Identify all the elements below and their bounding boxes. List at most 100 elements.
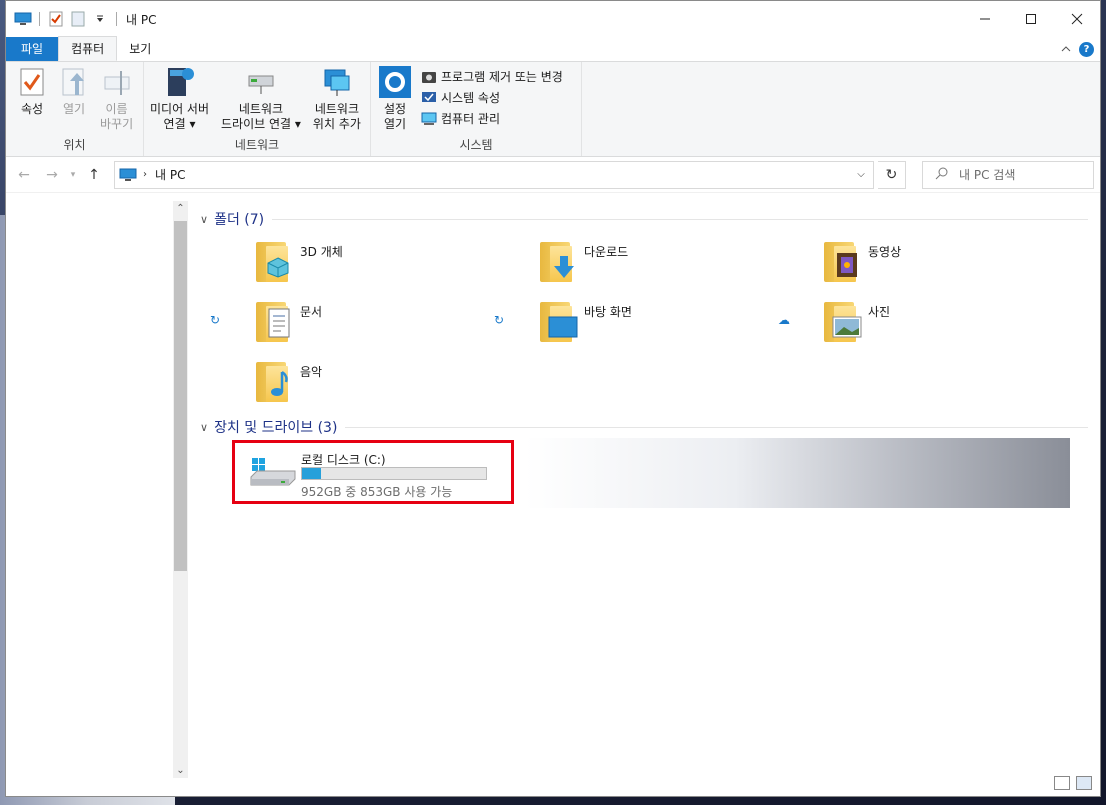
open-label: 열기 bbox=[62, 102, 86, 116]
close-button[interactable] bbox=[1054, 1, 1100, 37]
file-explorer-window: 내 PC 파일 컴퓨터 보기 ? 속성 열기 이름 바꾸기 위치 미디어 서버 … bbox=[5, 0, 1101, 797]
navigation-pane bbox=[6, 198, 173, 796]
maximize-button[interactable] bbox=[1008, 1, 1054, 37]
hard-drive-icon bbox=[249, 457, 297, 493]
rename-label-line1: 이름 bbox=[105, 102, 128, 116]
scroll-down-arrow-icon[interactable]: ⌄ bbox=[173, 765, 188, 776]
scroll-up-arrow-icon[interactable]: ⌃ bbox=[173, 203, 188, 214]
breadcrumb-separator-icon[interactable]: › bbox=[143, 169, 147, 180]
properties-icon[interactable] bbox=[47, 11, 65, 27]
tab-computer[interactable]: 컴퓨터 bbox=[58, 36, 118, 61]
ribbon: 속성 열기 이름 바꾸기 위치 미디어 서버 연결 ▾ 네트워크 드라이브 연결… bbox=[6, 61, 1100, 157]
help-icon[interactable]: ? bbox=[1079, 41, 1094, 57]
add-location-label-line1: 네트워크 bbox=[314, 102, 359, 116]
collapse-ribbon-icon[interactable] bbox=[1061, 42, 1071, 56]
navigation-pane-scrollbar[interactable]: ⌃ ⌄ bbox=[173, 201, 188, 778]
folders-grid: 3D 개체 다운로드 동영상 ↻ 문서 ↻ 바탕 화면 ☁ 사진 음악 bbox=[188, 232, 1100, 417]
pictures-folder-icon bbox=[822, 298, 862, 342]
properties-button[interactable]: 속성 bbox=[14, 66, 50, 136]
settings-label-line2: 열기 bbox=[383, 117, 407, 131]
properties-label: 속성 bbox=[20, 102, 44, 116]
chevron-down-icon[interactable]: ∨ bbox=[200, 213, 208, 226]
open-settings-button[interactable]: 설정 열기 bbox=[377, 66, 413, 136]
customize-dropdown-icon[interactable] bbox=[91, 11, 109, 27]
devices-section-header[interactable]: ∨ 장치 및 드라이브 (3) bbox=[188, 414, 1100, 440]
add-location-label-line2: 위치 추가 bbox=[312, 117, 361, 131]
uninstall-program-button[interactable]: 프로그램 제거 또는 변경 bbox=[421, 68, 563, 85]
folder-documents[interactable]: ↻ 문서 bbox=[210, 298, 524, 354]
view-switcher bbox=[1054, 776, 1092, 790]
tab-file[interactable]: 파일 bbox=[6, 37, 59, 61]
folder-pictures[interactable]: ☁ 사진 bbox=[778, 298, 1092, 354]
media-server-button[interactable]: 미디어 서버 연결 ▾ bbox=[148, 66, 211, 136]
divider bbox=[272, 218, 1088, 220]
downloads-folder-icon bbox=[538, 238, 578, 282]
search-icon bbox=[935, 166, 949, 183]
music-folder-icon bbox=[254, 358, 294, 402]
recent-locations-dropdown[interactable]: ▾ bbox=[68, 170, 78, 180]
separator bbox=[116, 12, 117, 26]
chevron-down-icon[interactable]: ∨ bbox=[200, 421, 208, 434]
folder-downloads[interactable]: 다운로드 bbox=[538, 238, 808, 294]
system-properties-button[interactable]: 시스템 속성 bbox=[421, 89, 563, 106]
drive-usage-fill bbox=[302, 468, 322, 479]
group-label-network: 네트워크 bbox=[234, 138, 280, 152]
map-network-drive-button[interactable]: 네트워크 드라이브 연결 ▾ bbox=[219, 66, 303, 136]
cloud-icon: ☁ bbox=[778, 313, 790, 327]
folder-3d-objects[interactable]: 3D 개체 bbox=[254, 238, 524, 294]
desktop-folder-icon bbox=[538, 298, 578, 342]
local-disk-c[interactable]: 로컬 디스크 (C:) 952GB 중 853GB 사용 가능 bbox=[232, 440, 514, 504]
refresh-button[interactable]: ↻ bbox=[878, 160, 906, 189]
breadcrumb-this-pc[interactable]: 내 PC bbox=[155, 166, 185, 183]
folders-section-title: 폴더 (7) bbox=[214, 212, 265, 228]
ribbon-group-location: 속성 열기 이름 바꾸기 위치 bbox=[6, 62, 144, 156]
computer-management-icon bbox=[421, 112, 437, 126]
details-view-icon[interactable] bbox=[1054, 776, 1070, 790]
ribbon-group-system: 설정 열기 프로그램 제거 또는 변경 시스템 속성 컴퓨터 관리 시스템 bbox=[371, 62, 582, 156]
back-button[interactable]: ← bbox=[12, 167, 36, 183]
folder-videos[interactable]: 동영상 bbox=[822, 238, 1092, 294]
add-network-location-button[interactable]: 네트워크 위치 추가 bbox=[311, 66, 363, 136]
explorer-body: ⌃ ⌄ ∨ 폴더 (7) 3D 개체 다운로드 동영상 ↻ 문서 ↻ 바탕 화면… bbox=[6, 198, 1100, 796]
uninstall-icon bbox=[421, 70, 437, 84]
up-button[interactable]: ↑ bbox=[82, 167, 106, 183]
separator bbox=[39, 12, 40, 26]
folder-name: 사진 bbox=[868, 305, 891, 319]
map-drive-label-line2: 드라이브 연결 ▾ bbox=[221, 117, 301, 131]
system-properties-icon bbox=[421, 91, 437, 105]
videos-folder-icon bbox=[822, 238, 862, 282]
open-button[interactable]: 열기 bbox=[56, 66, 92, 136]
search-box[interactable]: 내 PC 검색 bbox=[922, 160, 1094, 189]
scrollbar-thumb[interactable] bbox=[174, 221, 187, 571]
address-bar[interactable]: › 내 PC ⌵ bbox=[114, 160, 874, 189]
settings-gear-icon bbox=[379, 66, 411, 98]
folders-section-header[interactable]: ∨ 폴더 (7) bbox=[188, 206, 1100, 232]
drives-row: 로컬 디스크 (C:) 952GB 중 853GB 사용 가능 bbox=[232, 438, 1070, 508]
map-drive-label-line1: 네트워크 bbox=[238, 102, 284, 116]
devices-section-title: 장치 및 드라이브 (3) bbox=[214, 420, 338, 436]
new-folder-icon[interactable] bbox=[69, 11, 87, 27]
folder-name: 음악 bbox=[300, 365, 323, 379]
group-label-location: 위치 bbox=[63, 138, 86, 152]
window-controls bbox=[962, 1, 1100, 37]
system-small-buttons: 프로그램 제거 또는 변경 시스템 속성 컴퓨터 관리 bbox=[421, 66, 563, 136]
open-icon bbox=[58, 66, 90, 98]
tab-view[interactable]: 보기 bbox=[117, 37, 163, 61]
network-location-icon bbox=[321, 66, 353, 98]
properties-icon bbox=[16, 66, 48, 98]
forward-button[interactable]: → bbox=[40, 167, 64, 183]
address-dropdown-icon[interactable]: ⌵ bbox=[849, 169, 873, 180]
rename-button[interactable]: 이름 바꾸기 bbox=[98, 66, 135, 136]
minimize-button[interactable] bbox=[962, 1, 1008, 37]
search-placeholder: 내 PC 검색 bbox=[959, 168, 1016, 182]
large-icons-view-icon[interactable] bbox=[1076, 776, 1092, 790]
computer-management-button[interactable]: 컴퓨터 관리 bbox=[421, 110, 563, 127]
folder-name: 3D 개체 bbox=[300, 245, 343, 259]
folder-desktop[interactable]: ↻ 바탕 화면 bbox=[494, 298, 808, 354]
content-pane: ∨ 폴더 (7) 3D 개체 다운로드 동영상 ↻ 문서 ↻ 바탕 화면 ☁ 사… bbox=[188, 198, 1100, 796]
quick-access-toolbar bbox=[14, 11, 120, 27]
ribbon-tabs: 파일 컴퓨터 보기 ? bbox=[6, 36, 1100, 61]
folder-music[interactable]: 음악 bbox=[254, 358, 524, 414]
rename-label-line2: 바꾸기 bbox=[100, 117, 134, 131]
pc-icon[interactable] bbox=[14, 11, 32, 27]
